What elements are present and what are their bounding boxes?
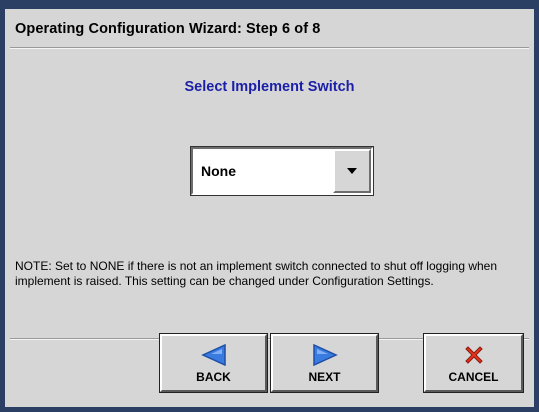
window-title: Operating Configuration Wizard: Step 6 o… [15,21,321,37]
title-divider [10,47,529,49]
implement-switch-dropdown[interactable]: None [190,146,374,196]
right-triangle-icon [312,343,338,371]
red-x-icon [463,344,485,371]
back-button-label: BACK [196,370,231,384]
next-button-label: NEXT [308,370,341,384]
section-heading: Select Implement Switch [184,79,355,95]
cancel-button[interactable]: CANCEL [423,333,524,393]
dropdown-arrow-button[interactable] [333,149,371,193]
dropdown-selected-value: None [201,163,236,179]
next-button[interactable]: NEXT [270,333,379,393]
cancel-button-label: CANCEL [448,370,499,384]
note-text: NOTE: Set to NONE if there is not an imp… [15,259,498,288]
back-button[interactable]: BACK [159,333,268,393]
left-triangle-icon [200,343,227,371]
